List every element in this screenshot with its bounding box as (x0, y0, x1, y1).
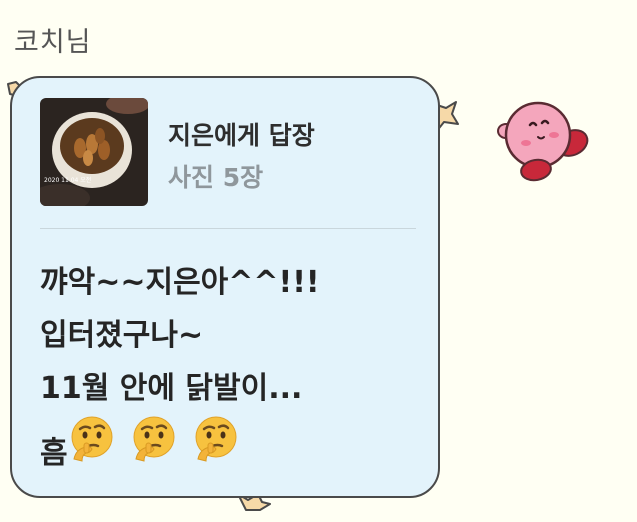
thinking-face-emoji-icon (71, 416, 113, 462)
reply-divider (40, 228, 416, 229)
kirby-sticker (497, 101, 589, 182)
reply-photo-thumbnail[interactable]: 2020 11 04 오전 (40, 98, 148, 206)
photo-caption: 2020 11 04 오전 (44, 176, 91, 184)
message-line: 11월 안에 닭발이... (40, 371, 303, 406)
message-line: 입터졌구나~ (40, 318, 204, 353)
reply-subtitle: 사진 5장 (168, 163, 264, 192)
photo-image: 2020 11 04 오전 (40, 98, 148, 206)
thinking-face-emoji-icon (133, 416, 175, 462)
message-line-last: 흠 (40, 415, 430, 480)
reply-preview[interactable]: 2020 11 04 오전 지은에게 답장 사진 5장 (40, 98, 420, 210)
message-last-text: 흠 (40, 436, 68, 471)
thinking-face-emoji-icon (195, 416, 237, 462)
reply-title: 지은에게 답장 (168, 121, 315, 150)
message-bubble[interactable]: 2020 11 04 오전 지은에게 답장 사진 5장 꺄악~~지은아^^!!!… (10, 76, 440, 498)
sender-name: 코치님 (14, 27, 92, 58)
message-line: 꺄악~~지은아^^!!! (40, 265, 320, 300)
message-text[interactable]: 꺄악~~지은아^^!!! 입터졌구나~ 11월 안에 닭발이... 흠 (40, 256, 430, 480)
